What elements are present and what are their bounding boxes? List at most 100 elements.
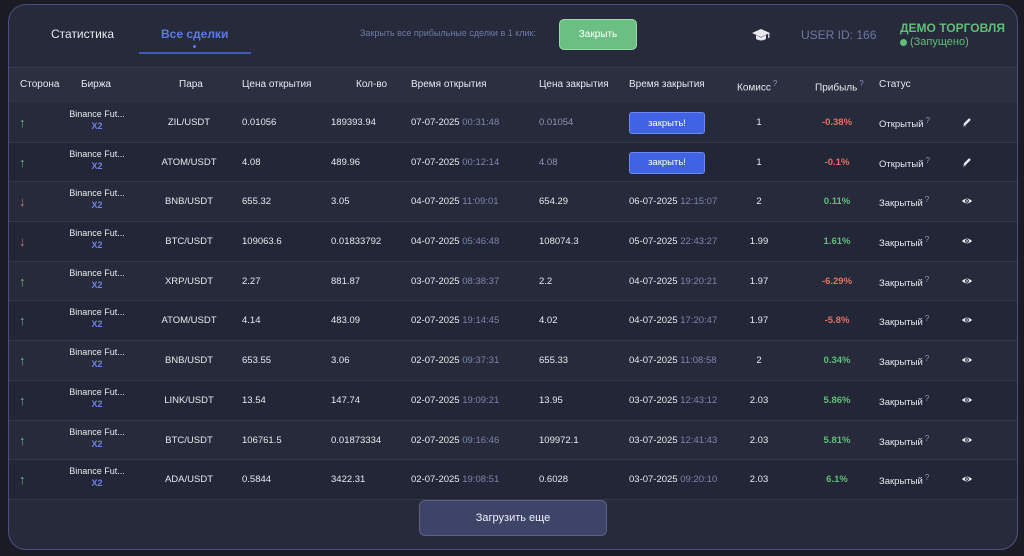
status-help-icon[interactable]: ? [925,235,929,244]
arrow-up-icon: ↑ [19,115,26,130]
close-clock: 17:20:47 [680,315,718,327]
tab-statistics[interactable]: Статистика [51,27,114,41]
open-clock: 19:08:51 [462,474,500,486]
col-pair: Пара [179,79,203,90]
eye-icon[interactable] [961,394,975,408]
exchange-name: Binance Fut... [69,307,125,318]
pair-cell: BNB/USDT [164,196,214,208]
leverage-badge: X2 [91,279,103,290]
status-help-icon[interactable]: ? [926,156,930,165]
open-time-cell: 03-07-2025 08:38:37 [411,276,499,287]
exchange-name: Binance Fut... [69,466,125,477]
leverage-badge: X2 [91,438,103,449]
load-more-button[interactable]: Загрузить еще [419,500,607,536]
status-help-icon[interactable]: ? [925,434,929,443]
open-date: 02-07-2025 [411,474,460,486]
table-row: ↑ Binance Fut... X2 LINK/USDT 13.54 147.74 02-… [9,380,1017,421]
exchange-name: Binance Fut... [69,267,125,278]
open-clock: 19:09:21 [462,394,500,406]
exchange-name: Binance Fut... [69,426,125,437]
open-price-cell: 2.27 [242,275,261,287]
profit-help-icon[interactable]: ? [859,79,863,88]
graduation-cap-icon[interactable] [751,25,771,45]
col-exchange: Биржа [81,79,111,90]
status-help-icon[interactable]: ? [925,314,929,323]
eye-icon[interactable] [961,473,975,487]
open-price-cell: 653.55 [242,355,272,367]
eye-icon[interactable] [961,354,975,368]
eye-icon[interactable] [961,195,975,209]
status-text: Закрытый [879,198,923,210]
open-time-cell: 07-07-2025 00:31:48 [411,117,499,128]
eye-icon[interactable] [961,434,975,448]
open-date: 07-07-2025 [411,156,460,168]
close-date: 04-07-2025 [629,275,678,287]
exchange-cell: Binance Fut... X2 [67,465,127,489]
eye-icon[interactable] [961,275,975,289]
fee-cell: 1 [756,117,762,128]
status-text: Закрытый [879,476,923,488]
status-help-icon[interactable]: ? [925,275,929,284]
status-help-icon[interactable]: ? [925,394,929,403]
leverage-badge: X2 [91,478,103,489]
close-all-button[interactable]: Закрыть [559,19,637,50]
status-cell: Открытый? [879,156,930,170]
qty-cell: 489.96 [331,156,361,168]
qty-cell: 483.09 [331,315,361,327]
open-time-cell: 04-07-2025 05:46:48 [411,236,499,247]
fee-cell: 1.99 [749,236,769,248]
fee-help-icon[interactable]: ? [773,79,777,88]
status-cell: Закрытый? [879,195,929,209]
edit-icon[interactable] [961,116,975,130]
close-trade-button[interactable]: закрыть! [629,112,705,134]
exchange-name: Binance Fut... [69,109,125,119]
close-time-cell: 04-07-2025 17:20:47 [629,315,717,326]
arrow-up-icon: ↑ [19,313,26,329]
open-clock: 19:14:45 [462,315,500,327]
fee-cell: 2 [756,196,762,208]
status-cell: Открытый? [879,116,930,130]
edit-icon[interactable] [961,156,975,170]
status-help-icon[interactable]: ? [925,354,929,363]
pair-cell: ZIL/USDT [167,117,211,128]
table-row: ↑ Binance Fut... X2 BTC/USDT 106761.5 0.01873… [9,420,1017,461]
open-price-cell: 13.54 [242,394,266,406]
tab-all-trades[interactable]: Все сделки [161,27,228,41]
status-help-icon[interactable]: ? [925,195,929,204]
exchange-name: Binance Fut... [69,188,125,199]
col-open-price: Цена открытия [242,79,312,90]
close-clock: 12:41:43 [680,434,718,446]
status-help-icon[interactable]: ? [925,473,929,482]
open-clock: 08:38:37 [462,275,500,287]
trades-table-body: ↑ Binance Fut... X2 ZIL/USDT 0.01056 189393.9… [9,103,1017,500]
close-clock: 09:20:10 [680,474,718,486]
status-cell: Закрытый? [879,434,929,448]
eye-icon[interactable] [961,235,975,249]
open-time-cell: 07-07-2025 00:12:14 [411,157,499,168]
qty-cell: 0.01833792 [331,236,382,248]
demo-mode-title: ДЕМО ТОРГОВЛЯ [900,21,1005,35]
exchange-name: Binance Fut... [69,347,125,358]
open-date: 04-07-2025 [411,236,460,248]
fee-cell: 2.03 [749,474,769,486]
open-price-cell: 106761.5 [242,434,282,446]
exchange-cell: Binance Fut... X2 [67,108,127,132]
open-clock: 00:31:48 [462,117,500,128]
fee-cell: 2.03 [749,434,769,446]
exchange-name: Binance Fut... [69,228,125,239]
close-date: 06-07-2025 [629,196,678,208]
close-time-cell: 03-07-2025 12:41:43 [629,435,717,446]
exchange-cell: Binance Fut... X2 [67,346,127,370]
close-time-cell: 04-07-2025 11:08:58 [629,355,717,366]
open-price-cell: 109063.6 [242,236,282,248]
table-row: ↑ Binance Fut... X2 ADA/USDT 0.5844 3422.31 02… [9,460,1017,500]
close-trade-button[interactable]: закрыть! [629,151,705,174]
close-time-cell: 03-07-2025 12:43:12 [629,395,717,406]
status-cell: Закрытый? [879,473,929,487]
open-time-cell: 02-07-2025 19:09:21 [411,395,499,406]
profit-cell: -6.29% [821,275,853,287]
eye-icon[interactable] [961,314,975,328]
status-help-icon[interactable]: ? [926,116,930,125]
col-close-price: Цена закрытия [539,79,609,90]
open-clock: 05:46:48 [462,236,500,248]
